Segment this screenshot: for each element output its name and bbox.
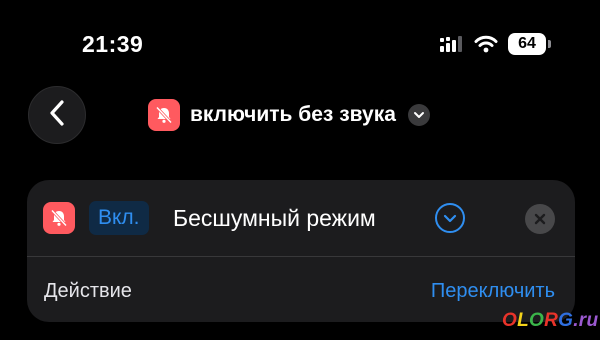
wifi-icon <box>474 35 498 53</box>
parameter-value-toggle[interactable]: Переключить <box>431 279 555 303</box>
shortcut-title[interactable]: включить без звука <box>148 99 430 131</box>
silent-mode-label: Бесшумный режим <box>173 205 376 231</box>
chevron-down-circle-icon[interactable] <box>435 203 465 233</box>
action-card: Вкл. Бесшумный режим Действие Переключит… <box>27 180 575 322</box>
shortcut-title-text: включить без звука <box>190 103 396 126</box>
cellular-signal-icon <box>440 36 464 52</box>
state-toggle-token[interactable]: Вкл. <box>89 201 149 235</box>
chevron-down-icon[interactable] <box>407 104 430 126</box>
bell-slash-icon <box>148 99 180 131</box>
parameter-label: Действие <box>44 280 132 302</box>
battery-icon: 64 <box>508 33 551 55</box>
close-circle-icon[interactable] <box>525 204 555 234</box>
chevron-left-icon <box>49 99 65 131</box>
back-button[interactable] <box>28 86 86 144</box>
status-icons: 64 <box>440 32 551 56</box>
bell-slash-icon <box>43 202 75 234</box>
action-row: Вкл. Бесшумный режим <box>27 180 575 256</box>
shortcut-action-screen: 21:39 64 включить без звука Вкл. Бесшумн… <box>0 0 600 340</box>
site-watermark: OLORG.ru <box>502 310 599 331</box>
status-time: 21:39 <box>82 31 144 57</box>
action-parameter-row[interactable]: Действие Переключить <box>27 257 575 322</box>
